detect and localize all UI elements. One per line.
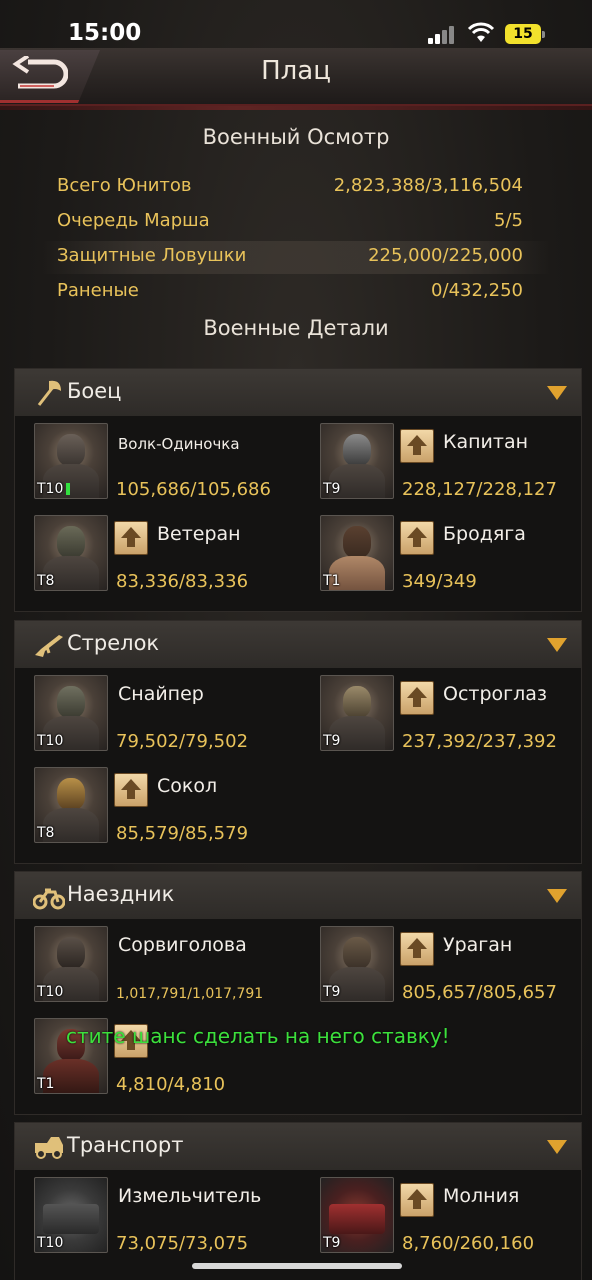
drill-grounds-screen: 15:00 15 Плац Военный Осмотр Всего Юнито… [0, 0, 592, 1280]
unit-name: Ураган [443, 934, 513, 956]
unit-count: 4,810/4,810 [116, 1074, 226, 1095]
upgrade-icon[interactable] [114, 521, 148, 555]
stat-row-total-units: Всего Юнитов 2,823,388/3,116,504 [40, 171, 552, 204]
collapse-arrow-icon[interactable] [547, 1140, 567, 1154]
category-header-fighter[interactable]: Боец [15, 369, 581, 416]
unit-name: Бродяга [443, 523, 526, 545]
category-name: Боец [67, 379, 122, 403]
unit-portrait: T10 [34, 675, 108, 751]
unit-portrait: T9 [320, 675, 394, 751]
unit-portrait: T1 [320, 515, 394, 591]
header-bar: Плац [0, 48, 592, 110]
stat-row-defensive-traps: Защитные Ловушки 225,000/225,000 [40, 241, 552, 274]
unit-count: 85,579/85,579 [116, 823, 249, 844]
unit-count: 105,686/105,686 [116, 479, 271, 500]
unit-count: 1,017,791/1,017,791 [116, 986, 264, 1002]
category-name: Стрелок [67, 631, 160, 655]
unit-count: 83,336/83,336 [116, 571, 249, 592]
rifle-icon [35, 635, 63, 657]
upgrade-icon[interactable] [400, 1183, 434, 1217]
unit-count: 349/349 [402, 571, 477, 592]
category-panel-rider: Наездник T10 Сорвиголова 1,017,791/1,017… [14, 871, 582, 1115]
stat-value: 225,000/225,000 [368, 245, 523, 266]
unit-count: 8,760/260,160 [402, 1233, 535, 1254]
stat-label: Защитные Ловушки [57, 245, 247, 266]
unit-card[interactable]: T10 Сорвиголова 1,017,791/1,017,791 [15, 926, 285, 1008]
collapse-arrow-icon[interactable] [547, 386, 567, 400]
upgrade-icon[interactable] [400, 521, 434, 555]
unit-name: Ветеран [157, 523, 241, 545]
unit-portrait: T10 [34, 1177, 108, 1253]
category-header-rider[interactable]: Наездник [15, 872, 581, 919]
category-panel-shooter: Стрелок T10 Снайпер 79,502/79,502 T9 Ост… [14, 620, 582, 864]
unit-name: Остроглаз [443, 683, 548, 705]
collapse-arrow-icon[interactable] [547, 638, 567, 652]
category-header-transport[interactable]: Транспорт [15, 1123, 581, 1170]
overview-title: Военный Осмотр [202, 125, 390, 149]
unit-name: Сокол [157, 775, 218, 797]
unit-name: Волк-Одиночка [118, 435, 240, 453]
unit-count: 805,657/805,657 [402, 982, 557, 1003]
unit-count: 79,502/79,502 [116, 731, 249, 752]
details-title: Военные Детали [203, 316, 389, 340]
unit-card[interactable]: T9 Молния 8,760/260,160 [301, 1177, 571, 1259]
status-indicator [66, 483, 70, 495]
unit-portrait: T9 [320, 926, 394, 1002]
unit-card[interactable]: T10 Снайпер 79,502/79,502 [15, 675, 285, 757]
unit-count: 237,392/237,392 [402, 731, 557, 752]
unit-card[interactable]: T10 Измельчитель 73,075/73,075 [15, 1177, 285, 1259]
unit-name: Капитан [443, 431, 529, 453]
wifi-icon [467, 22, 495, 42]
stat-row-wounded: Раненые 0/432,250 [40, 276, 552, 309]
truck-icon [35, 1137, 63, 1159]
unit-name: Молния [443, 1185, 520, 1207]
unit-card[interactable]: T1 Бродяга 349/349 [301, 515, 571, 597]
home-indicator [192, 1263, 402, 1269]
stat-value: 5/5 [494, 210, 523, 231]
unit-card[interactable]: T8 Ветеран 83,336/83,336 [15, 515, 285, 597]
upgrade-icon[interactable] [400, 681, 434, 715]
unit-name: Снайпер [118, 683, 204, 705]
unit-count: 228,127/228,127 [402, 479, 557, 500]
collapse-arrow-icon[interactable] [547, 889, 567, 903]
motorcycle-icon [33, 888, 65, 910]
unit-card[interactable]: T10 Волк-Одиночка 105,686/105,686 [15, 423, 285, 505]
status-time: 15:00 [68, 20, 142, 46]
unit-portrait: T9 [320, 1177, 394, 1253]
signal-icon [428, 24, 456, 44]
stat-label: Очередь Марша [57, 210, 210, 231]
category-name: Наездник [67, 882, 175, 906]
category-panel-transport: Транспорт T10 Измельчитель 73,075/73,075… [14, 1122, 582, 1280]
page-title: Плац [261, 56, 331, 86]
stat-row-march-queue: Очередь Марша 5/5 [40, 206, 552, 239]
stat-label: Раненые [57, 280, 139, 301]
status-bar: 15:00 15 [0, 0, 592, 48]
unit-portrait: T8 [34, 767, 108, 843]
upgrade-icon[interactable] [114, 773, 148, 807]
category-name: Транспорт [67, 1133, 184, 1157]
unit-card[interactable]: T9 Ураган 805,657/805,657 [301, 926, 571, 1008]
unit-portrait: T9 [320, 423, 394, 499]
unit-card[interactable]: T9 Остроглаз 237,392/237,392 [301, 675, 571, 757]
battery-icon: 15 [505, 24, 545, 44]
unit-name: Измельчитель [118, 1185, 262, 1207]
stat-label: Всего Юнитов [57, 175, 192, 196]
category-header-shooter[interactable]: Стрелок [15, 621, 581, 668]
unit-count: 73,075/73,075 [116, 1233, 249, 1254]
unit-portrait: T8 [34, 515, 108, 591]
unit-card[interactable]: T8 Сокол 85,579/85,579 [15, 767, 285, 849]
axe-icon [37, 380, 61, 406]
stat-value: 2,823,388/3,116,504 [333, 175, 523, 196]
unit-portrait: T10 [34, 423, 108, 499]
unit-card[interactable]: T9 Капитан 228,127/228,127 [301, 423, 571, 505]
unit-name: Сорвиголова [118, 934, 247, 956]
upgrade-icon[interactable] [400, 932, 434, 966]
chat-marquee: стите шанс сделать на него ставку! [66, 1024, 450, 1048]
unit-portrait: T10 [34, 926, 108, 1002]
category-panel-fighter: Боец T10 Волк-Одиночка 105,686/105,686 T… [14, 368, 582, 612]
stat-value: 0/432,250 [431, 280, 523, 301]
upgrade-icon[interactable] [400, 429, 434, 463]
